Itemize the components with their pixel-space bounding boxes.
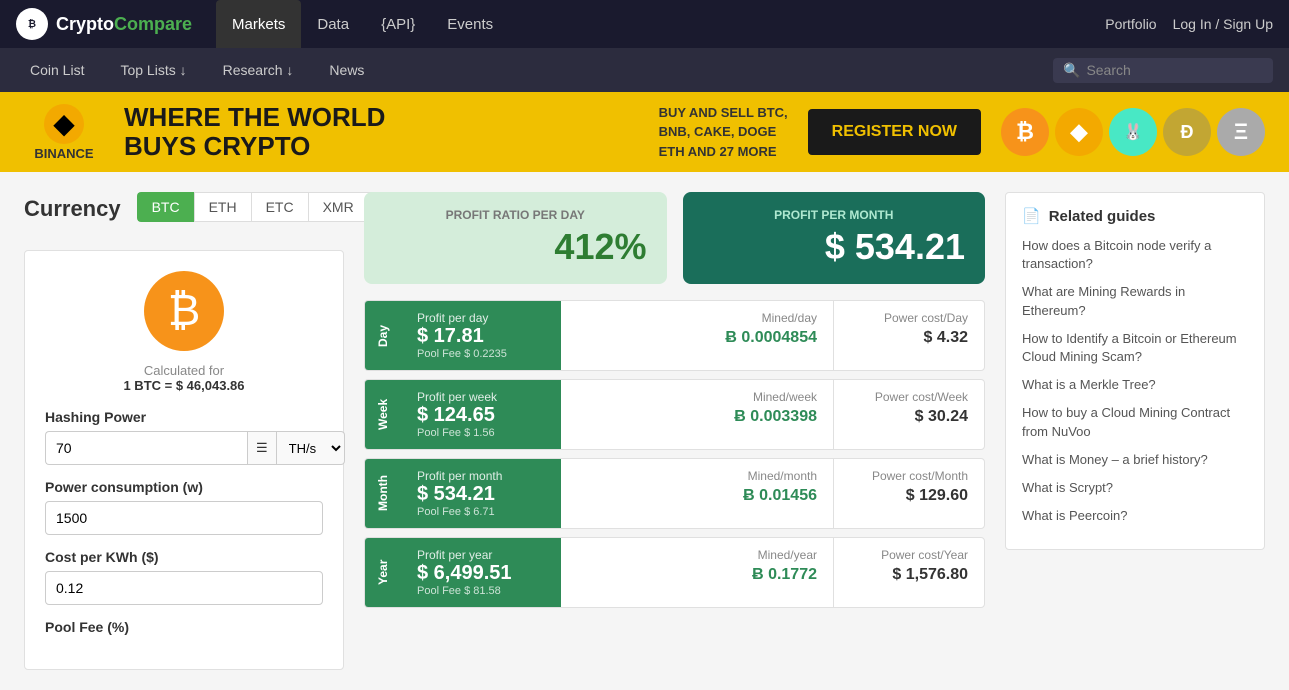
register-now-button[interactable]: REGISTER NOW [808,109,981,155]
profit-day-label: PROFIT RATIO PER DAY [384,208,647,222]
day-badge: Day [365,301,401,370]
cake-coin-icon: 🐰 [1109,108,1157,156]
logo: ₿ CryptoCompare [16,8,192,40]
profit-day-value: 412% [384,226,647,268]
main-navigation: Markets Data {API} Events [216,0,1105,48]
week-power-col: Power cost/Week $ 30.24 [834,380,984,449]
hashing-power-label: Hashing Power [45,409,323,425]
doge-coin-icon: Ð [1163,108,1211,156]
pool-fee-label: Pool Fee (%) [45,619,323,635]
nav-data[interactable]: Data [301,0,365,48]
hashing-power-input-row: ☰ TH/s GH/s MH/s [45,431,323,465]
search-input[interactable] [1086,62,1263,78]
year-profit-col: Profit per year $ 6,499.51 Pool Fee $ 81… [401,538,561,607]
banner-coins: ₿ ◆ 🐰 Ð Ξ [1001,108,1265,156]
page-title: Currency [24,196,121,222]
hashing-power-input[interactable] [45,431,247,465]
eth-coin-icon: Ξ [1217,108,1265,156]
week-mined-col: Mined/week Ƀ 0.003398 [561,380,834,449]
row-month: Month Profit per month $ 534.21 Pool Fee… [364,458,985,529]
pool-fee-group: Pool Fee (%) [45,619,323,635]
hashing-power-group: Hashing Power ☰ TH/s GH/s MH/s [45,409,323,465]
content-area: Currency BTC ETH ETC XMR ZEC DASH LTC ₿ … [0,172,1289,690]
month-mined-col: Mined/month Ƀ 0.01456 [561,459,834,528]
cost-per-kwh-group: Cost per KWh ($) [45,549,323,605]
banner-logo: ◆ BINANCE [24,104,104,161]
portfolio-link[interactable]: Portfolio [1105,16,1156,32]
left-panel: Currency BTC ETH ETC XMR ZEC DASH LTC ₿ … [24,192,344,670]
power-consumption-label: Power consumption (w) [45,479,323,495]
logo-icon: ₿ [16,8,48,40]
sub-nav-coinlist[interactable]: Coin List [16,48,98,92]
binance-icon: ◆ [44,104,84,144]
week-badge: Week [365,380,401,449]
guide-item-2[interactable]: How to Identify a Bitcoin or Ethereum Cl… [1022,330,1248,366]
year-badge: Year [365,538,401,607]
hashing-power-unit-select[interactable]: TH/s GH/s MH/s [277,431,345,465]
power-consumption-group: Power consumption (w) [45,479,323,535]
year-mined-col: Mined/year Ƀ 0.1772 [561,538,834,607]
search-box[interactable]: 🔍 [1053,58,1273,83]
nav-markets[interactable]: Markets [216,0,301,48]
login-signup-link[interactable]: Log In / Sign Up [1173,16,1273,32]
top-nav: ₿ CryptoCompare Markets Data {API} Event… [0,0,1289,48]
year-power-col: Power cost/Year $ 1,576.80 [834,538,984,607]
bnb-coin-icon: ◆ [1055,108,1103,156]
guide-item-3[interactable]: What is a Merkle Tree? [1022,376,1248,394]
results-area: PROFIT RATIO PER DAY 412% PROFIT PER MON… [364,192,985,670]
tab-eth[interactable]: ETH [194,192,251,222]
profit-month-label: PROFIT PER MONTH [703,208,966,222]
cost-per-kwh-input[interactable] [45,571,323,605]
tab-btc[interactable]: BTC [137,192,194,222]
search-icon: 🔍 [1063,62,1080,79]
sub-nav-toplists[interactable]: Top Lists ↓ [106,48,200,92]
row-year: Year Profit per year $ 6,499.51 Pool Fee… [364,537,985,608]
day-mined-col: Mined/day Ƀ 0.0004854 [561,301,834,370]
sub-nav-research[interactable]: Research ↓ [209,48,308,92]
day-profit-col: Profit per day $ 17.81 Pool Fee $ 0.2235 [401,301,561,370]
profit-summary: PROFIT RATIO PER DAY 412% PROFIT PER MON… [364,192,985,284]
month-profit-col: Profit per month $ 534.21 Pool Fee $ 6.7… [401,459,561,528]
logo-text: CryptoCompare [56,14,192,35]
nav-api[interactable]: {API} [365,0,431,48]
tab-etc[interactable]: ETC [251,192,308,222]
day-power-col: Power cost/Day $ 4.32 [834,301,984,370]
guide-item-5[interactable]: What is Money – a brief history? [1022,451,1248,469]
row-week: Week Profit per week $ 124.65 Pool Fee $… [364,379,985,450]
sub-nav: Coin List Top Lists ↓ Research ↓ News 🔍 [0,48,1289,92]
nav-events[interactable]: Events [431,0,509,48]
cost-per-kwh-label: Cost per KWh ($) [45,549,323,565]
banner-headline: WHERE THE WORLD BUYS CRYPTO [124,103,639,160]
guide-item-1[interactable]: What are Mining Rewards in Ethereum? [1022,283,1248,319]
profit-month-value: $ 534.21 [703,226,966,268]
guide-item-0[interactable]: How does a Bitcoin node verify a transac… [1022,237,1248,273]
sub-nav-news[interactable]: News [315,48,378,92]
btc-coin-icon: ₿ [1001,108,1049,156]
calc-rate: Calculated for 1 BTC = $ 46,043.86 [45,363,323,393]
guides-icon: 📄 [1022,207,1041,225]
right-nav: Portfolio Log In / Sign Up [1105,16,1273,32]
btc-large-icon: ₿ [144,271,224,351]
guides-list: How does a Bitcoin node verify a transac… [1022,237,1248,525]
calculator-card: ₿ Calculated for 1 BTC = $ 46,043.86 Has… [24,250,344,670]
profit-day-box: PROFIT RATIO PER DAY 412% [364,192,667,284]
guides-title: 📄 Related guides [1022,207,1248,225]
banner: ◆ BINANCE WHERE THE WORLD BUYS CRYPTO BU… [0,92,1289,172]
month-badge: Month [365,459,401,528]
profit-month-box: PROFIT PER MONTH $ 534.21 [683,192,986,284]
hashing-power-unit: ☰ [247,431,277,465]
week-profit-col: Profit per week $ 124.65 Pool Fee $ 1.56 [401,380,561,449]
banner-subtitle: BUY AND SELL BTC,BNB, CAKE, DOGEETH AND … [659,103,788,162]
guides-panel: 📄 Related guides How does a Bitcoin node… [1005,192,1265,670]
tab-xmr[interactable]: XMR [308,192,368,222]
guide-item-4[interactable]: How to buy a Cloud Mining Contract from … [1022,404,1248,440]
guide-item-7[interactable]: What is Peercoin? [1022,507,1248,525]
row-day: Day Profit per day $ 17.81 Pool Fee $ 0.… [364,300,985,371]
guide-item-6[interactable]: What is Scrypt? [1022,479,1248,497]
power-consumption-input[interactable] [45,501,323,535]
guides-card: 📄 Related guides How does a Bitcoin node… [1005,192,1265,550]
month-power-col: Power cost/Month $ 129.60 [834,459,984,528]
